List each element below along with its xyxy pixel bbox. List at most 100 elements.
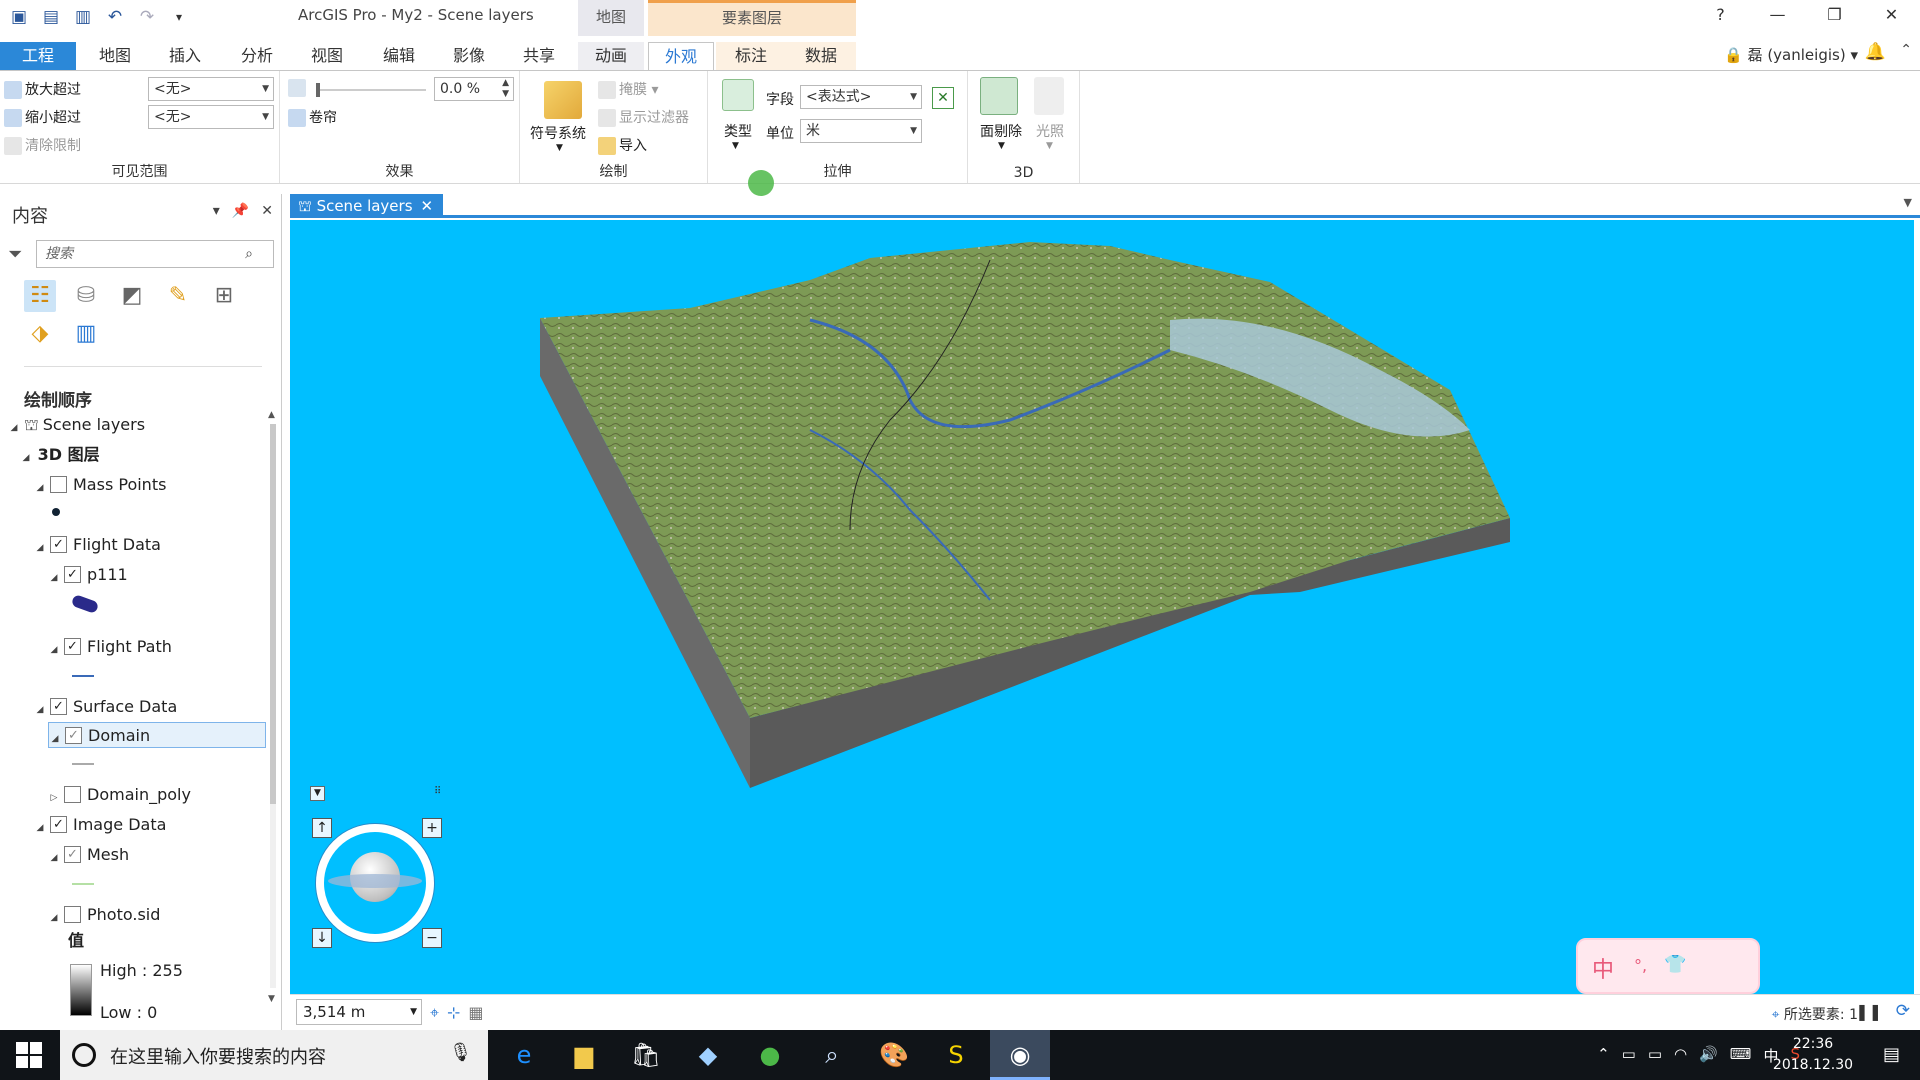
visibility-checkbox[interactable]: ✓ [50,698,67,715]
chevron-down-icon[interactable]: ▼ [1046,141,1053,151]
tree-mesh[interactable]: ◢ ✓ Mesh [48,842,130,871]
open-icon[interactable]: ▤ [40,6,62,28]
user-account[interactable]: 🔒 磊 (yanleigis) ▾ [1724,44,1858,65]
search-icon[interactable]: ⌕ [245,241,253,267]
collapse-triangle-icon[interactable]: ◢ [34,697,46,723]
app-icon[interactable]: ◆ [678,1030,738,1080]
edge-browser-icon[interactable]: e [494,1030,554,1080]
tree-surface-data[interactable]: ◢ ✓ Surface Data [34,694,178,723]
tree-mass-points[interactable]: ◢ Mass Points [34,472,167,498]
collapse-triangle-icon[interactable]: ◢ [8,415,20,441]
tab-labeling[interactable]: 标注 [716,42,786,70]
tree-photo-sid[interactable]: ◢ Photo.sid [48,902,161,928]
navigator-control[interactable]: ↑ + ↓ − [308,818,448,960]
wifi-icon[interactable]: ◠ [1674,1045,1687,1066]
visibility-checkbox[interactable]: ✓ [64,566,81,583]
list-by-data-source-icon[interactable]: ⛁ [70,280,102,312]
collapse-triangle-icon[interactable]: ◢ [49,726,61,752]
help-button[interactable]: ? [1692,0,1749,30]
scene-view[interactable]: ▼ ⠿ ↑ + ↓ − 中 °, 👕 [290,220,1914,994]
tab-view[interactable]: 视图 [302,42,352,70]
collapse-triangle-icon[interactable]: ◢ [48,637,60,663]
zoom-in-beyond-button[interactable]: 放大超过 [4,79,81,99]
customize-qat-icon[interactable]: ▾ [168,6,190,28]
windows-start-button[interactable] [16,1042,42,1068]
tab-map[interactable]: 地图 [90,42,140,70]
tilt-up-button[interactable]: ↑ [312,818,332,838]
selected-features[interactable]: ⌖ 所选要素: 1 [1772,1004,1858,1024]
slider-thumb[interactable] [316,83,320,97]
lighting-button[interactable]: 光照 [1036,121,1064,141]
tree-image-data[interactable]: ◢ ✓ Image Data [34,812,167,838]
undo-icon[interactable]: ↶ [104,6,126,28]
scrollbar-thumb[interactable] [270,424,276,804]
pane-menu-icon[interactable]: ▾ [213,203,220,219]
filter-icon[interactable]: ⏷ [8,244,22,265]
search-input[interactable]: 搜索 ⌕ [36,240,274,268]
paint-app-icon[interactable]: 🎨 [864,1030,924,1080]
file-explorer-icon[interactable]: ▆ [554,1030,614,1080]
visibility-checkbox[interactable] [64,906,81,923]
save-icon[interactable]: ▥ [72,6,94,28]
camera-icon[interactable]: ▭ [1622,1045,1636,1066]
list-by-editing-icon[interactable]: ✎ [162,280,194,312]
collapse-triangle-icon[interactable]: ◢ [48,845,60,871]
show-hidden-icons-icon[interactable]: ⌃ [1597,1045,1610,1066]
restore-button[interactable]: ❐ [1806,0,1863,30]
snapping-icon[interactable]: ⊹ [447,1003,460,1023]
visibility-checkbox[interactable] [50,476,67,493]
visibility-checkbox[interactable] [64,786,81,803]
taskbar-clock[interactable]: 22:36 2018.12.30 [1768,1034,1858,1076]
collapse-triangle-icon[interactable]: ◢ [20,445,32,471]
display-filter-button[interactable]: 显示过滤器 [598,107,689,127]
pin-icon[interactable]: 📌 [232,203,249,219]
visibility-checkbox[interactable]: ✓ [50,816,67,833]
arcgis-pro-taskbar-icon[interactable]: ◉ [990,1030,1050,1080]
tab-animation[interactable]: 动画 [578,42,644,70]
tree-p111[interactable]: ◢ ✓ p111 [48,562,128,588]
scale-combo[interactable]: 3,514 m ▼ [296,999,422,1025]
tab-analysis[interactable]: 分析 [232,42,282,70]
ime-language[interactable]: 中 [1592,952,1614,984]
list-by-drawing-order-icon[interactable]: ☷ [24,280,56,312]
tab-imagery[interactable]: 影像 [444,42,494,70]
transparency-spinner[interactable]: 0.0 % ▲ ▼ [434,77,514,101]
face-culling-button[interactable]: 面剔除 [980,121,1022,141]
taskbar-search-box[interactable]: 在这里输入你要搜索的内容 🎙 [60,1030,488,1080]
contents-scrollbar[interactable]: ▲ ▼ [268,410,278,1010]
keyboard-icon[interactable]: ⌨ [1730,1045,1752,1066]
microphone-icon[interactable]: 🎙 [449,1042,472,1063]
visibility-checkbox[interactable]: ✓ [64,638,81,655]
tilt-down-button[interactable]: ↓ [312,928,332,948]
browser-360-icon[interactable]: ● [740,1030,800,1080]
list-by-labeling-icon[interactable]: ⬗ [24,318,56,350]
tree-domain-poly[interactable]: ▷ Domain_poly [48,782,191,808]
tree-domain[interactable]: ◢ ✓ Domain [48,722,266,748]
navigator-toggle-button[interactable]: ▼ [310,786,325,801]
list-by-charts-icon[interactable]: ▥ [70,318,102,350]
tab-edit[interactable]: 编辑 [374,42,424,70]
list-by-selection-icon[interactable]: ◩ [116,280,148,312]
grid-icon[interactable]: ▦ [468,1003,483,1023]
chevron-down-icon[interactable]: ▼ [998,141,1005,151]
expand-triangle-icon[interactable]: ▷ [48,785,60,811]
redo-icon[interactable]: ↷ [136,6,158,28]
swipe-button[interactable]: 卷帘 [288,107,337,127]
field-combo[interactable]: <表达式> ▼ [800,85,922,109]
pause-drawing-icon[interactable]: ❚❚ [1855,1002,1882,1021]
tree-flight-path[interactable]: ◢ ✓ Flight Path [48,634,172,660]
unit-combo[interactable]: 米 ▼ [800,119,922,143]
visibility-checkbox[interactable]: ✓ [65,727,82,744]
import-button[interactable]: 导入 [598,135,647,155]
chevron-down-icon[interactable]: ▼ [556,143,563,153]
visibility-checkbox[interactable]: ✓ [50,536,67,553]
tab-insert[interactable]: 插入 [160,42,210,70]
sublime-icon[interactable]: S [926,1030,986,1080]
tab-appearance[interactable]: 外观 [648,42,714,70]
tree-scene-layers[interactable]: ◢ ⛫ Scene layers [8,412,146,441]
tab-scene-layers[interactable]: ⛫ Scene layers ✕ [290,194,443,218]
battery-icon[interactable]: ▭ [1648,1045,1662,1066]
tab-project[interactable]: 工程 [0,42,76,70]
ime-skin-widget[interactable]: 中 °, 👕 [1576,938,1760,994]
new-project-icon[interactable]: ▣ [8,6,30,28]
